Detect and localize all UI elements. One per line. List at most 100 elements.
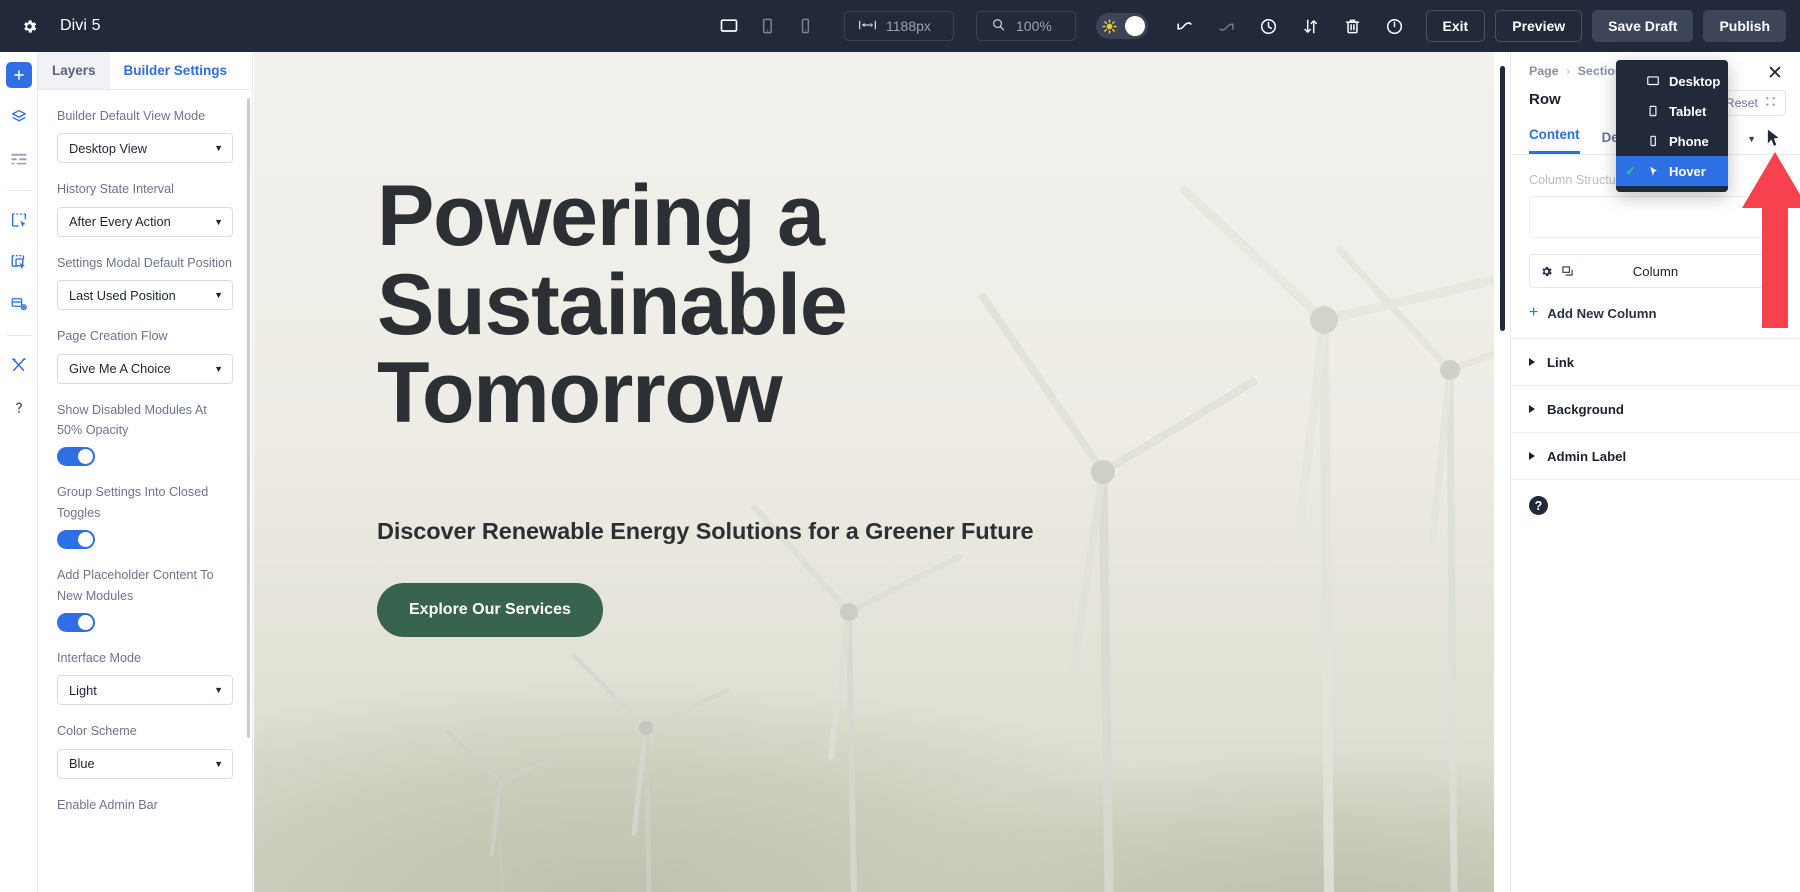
gear-icon[interactable]	[1540, 265, 1553, 278]
power-icon[interactable]	[1378, 9, 1412, 43]
hero-text-block: Powering a Sustainable Tomorrow Discover…	[377, 172, 1217, 637]
dropdown-item-tablet[interactable]: Tablet	[1616, 96, 1728, 126]
select-value: Light	[69, 682, 97, 698]
dropdown-item-desktop[interactable]: Desktop	[1616, 66, 1728, 96]
mouse-cursor-icon	[1766, 128, 1781, 155]
tablet-icon[interactable]	[750, 9, 784, 43]
module-preview-icon[interactable]	[6, 291, 32, 317]
select-builder-default-view-mode[interactable]: Desktop View ▼	[57, 133, 233, 164]
toggle-admin-label[interactable]: Admin Label	[1511, 432, 1800, 479]
toggles-bottom-divider	[1511, 479, 1800, 480]
hero-heading-line-3: Tomorrow	[377, 345, 783, 442]
field-interface-mode: Interface Mode Light ▼	[57, 648, 233, 706]
hero-subheading: Discover Renewable Energy Solutions for …	[377, 517, 1034, 544]
field-label: Page Creation Flow	[57, 329, 168, 344]
help-icon[interactable]	[6, 394, 32, 420]
chevron-down-icon: ▼	[214, 363, 223, 374]
field-label: Group Settings Into Closed Toggles	[57, 485, 209, 520]
row-select-icon[interactable]	[6, 249, 32, 275]
add-new-column-label: Add New Column	[1547, 305, 1657, 321]
canvas-scrollbar-track	[1496, 52, 1510, 892]
responsive-mode-dropdown: Desktop Tablet Phone ✓ Hover	[1616, 60, 1728, 192]
toggle-group-settings-closed[interactable]	[57, 530, 95, 550]
hero-heading: Powering a Sustainable Tomorrow	[377, 172, 1217, 438]
dropdown-item-label: Phone	[1669, 133, 1709, 149]
section-select-icon[interactable]	[6, 207, 32, 233]
duplicate-icon[interactable]	[1561, 265, 1574, 278]
select-value: Last Used Position	[69, 287, 176, 303]
hero-heading-line-1: Powering a	[377, 168, 825, 264]
toggle-show-disabled-modules[interactable]	[57, 447, 95, 467]
left-panel-scrollbar[interactable]	[247, 98, 250, 738]
history-clock-icon[interactable]	[1252, 9, 1286, 43]
chevron-down-icon: ▼	[214, 216, 223, 227]
cursor-icon	[1645, 165, 1661, 178]
viewport-controls: 1188px 100%	[712, 0, 1076, 52]
tools-icon[interactable]	[6, 352, 32, 378]
zoom-input[interactable]: 100%	[976, 11, 1076, 41]
field-label: Interface Mode	[57, 650, 142, 665]
field-label: History State Interval	[57, 182, 174, 197]
trash-icon[interactable]	[1336, 9, 1370, 43]
rail-divider-1	[6, 190, 31, 191]
select-value: Blue	[69, 756, 95, 772]
exit-button[interactable]: Exit	[1425, 10, 1486, 42]
gear-icon[interactable]	[14, 11, 44, 41]
field-label: Show Disabled Modules At 50% Opacity	[57, 402, 207, 437]
toggle-background[interactable]: Background	[1511, 385, 1800, 432]
toggle-link[interactable]: Link	[1511, 338, 1800, 385]
select-color-scheme[interactable]: Blue ▼	[57, 748, 233, 779]
left-icon-rail	[0, 52, 38, 892]
close-icon[interactable]: ✕	[1764, 62, 1786, 84]
phone-icon[interactable]	[788, 9, 822, 43]
dropdown-item-phone[interactable]: Phone	[1616, 126, 1728, 156]
left-panel-tabs: Layers Builder Settings	[38, 52, 252, 90]
viewport-width-value: 1188px	[886, 18, 931, 34]
breadcrumb-separator: ›	[1566, 64, 1571, 78]
field-builder-default-view-mode: Builder Default View Mode Desktop View ▼	[57, 106, 233, 164]
sun-icon	[1102, 18, 1118, 34]
reset-icon	[1765, 96, 1776, 110]
chevron-down-icon: ▼	[214, 143, 223, 154]
canvas-scrollbar-thumb[interactable]	[1500, 66, 1505, 331]
field-label: Add Placeholder Content To New Modules	[57, 568, 214, 603]
builder-settings-fields: Builder Default View Mode Desktop View ▼…	[38, 90, 252, 851]
preview-button[interactable]: Preview	[1495, 10, 1583, 42]
select-history-state-interval[interactable]: After Every Action ▼	[57, 206, 233, 237]
add-icon[interactable]	[5, 62, 32, 88]
toggle-add-placeholder-content[interactable]	[57, 612, 95, 632]
question-icon[interactable]: ?	[1529, 496, 1548, 515]
tab-layers[interactable]: Layers	[38, 52, 110, 89]
explore-our-services-button[interactable]: Explore Our Services	[377, 582, 603, 637]
chevron-down-icon[interactable]: ▼	[1747, 134, 1756, 144]
check-icon: ✓	[1625, 164, 1636, 178]
tab-builder-settings[interactable]: Builder Settings	[109, 52, 242, 89]
wireframe-icon[interactable]	[6, 146, 32, 172]
tab-content[interactable]: Content	[1529, 127, 1580, 154]
select-page-creation-flow[interactable]: Give Me A Choice ▼	[57, 353, 233, 384]
dropdown-item-hover[interactable]: ✓ Hover	[1616, 156, 1728, 186]
layers-icon[interactable]	[6, 104, 32, 130]
select-interface-mode[interactable]: Light ▼	[57, 675, 233, 706]
viewport-width-input[interactable]: 1188px	[844, 11, 954, 41]
portability-icon[interactable]	[1294, 9, 1328, 43]
field-label: Settings Modal Default Position	[57, 255, 233, 270]
dropdown-item-label: Hover	[1669, 163, 1706, 179]
desktop-icon[interactable]	[712, 9, 746, 43]
breadcrumb-root[interactable]: Page	[1529, 64, 1559, 78]
hero-heading-line-2: Sustainable	[377, 256, 848, 353]
publish-button[interactable]: Publish	[1703, 10, 1786, 42]
theme-toggle[interactable]	[1095, 13, 1148, 39]
toggle-link-label: Link	[1547, 354, 1575, 370]
undo-icon[interactable]	[1168, 9, 1202, 43]
select-settings-modal-default-position[interactable]: Last Used Position ▼	[57, 280, 233, 311]
hero-section: Powering a Sustainable Tomorrow Discover…	[254, 52, 1494, 892]
save-draft-button[interactable]: Save Draft	[1592, 10, 1694, 42]
chevron-right-icon	[1529, 405, 1535, 413]
redo-icon[interactable]	[1210, 9, 1244, 43]
chevron-right-icon	[1529, 452, 1535, 460]
theme-toggle-knob	[1124, 16, 1145, 36]
desktop-icon	[1645, 74, 1661, 88]
field-label: Enable Admin Bar	[57, 797, 158, 812]
top-toolbar-right: Exit Preview Save Draft Publish	[1095, 0, 1786, 52]
